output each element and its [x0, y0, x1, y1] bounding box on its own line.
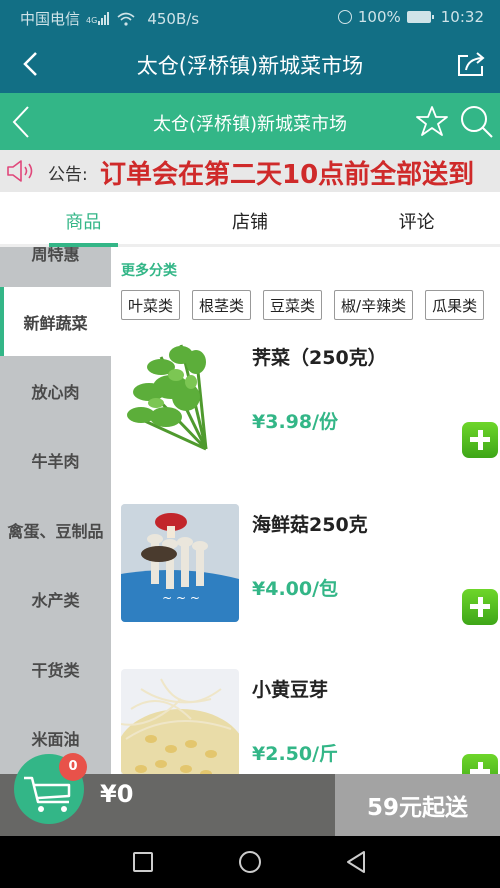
carrier-label: 中国电信	[20, 10, 81, 28]
product-image-mushroom[interactable]: ~ ~ ~	[121, 504, 239, 622]
product-image-bean-sprouts[interactable]	[121, 669, 239, 774]
clock: 10:32	[440, 8, 484, 26]
alarm-icon	[337, 10, 352, 24]
chip-leafy-greens[interactable]: 叶菜类	[121, 290, 181, 320]
chip-beans[interactable]: 豆菜类	[263, 290, 323, 320]
chip-peppers[interactable]: 椒/辛辣类	[334, 290, 414, 320]
battery-icon	[406, 11, 434, 23]
network-type-label: 4G	[86, 16, 98, 25]
signal-icon: 4G	[86, 12, 110, 25]
product-item[interactable]: 荠菜（250克） ¥3.98/份	[121, 337, 500, 458]
product-name[interactable]: 海鲜菇250克	[252, 510, 368, 537]
product-image-greens[interactable]	[121, 337, 239, 455]
sidebar-item-eggs-tofu[interactable]: 禽蛋、豆制品	[0, 495, 111, 564]
sidebar-item-dry-goods[interactable]: 干货类	[0, 634, 111, 703]
status-bar: 中国电信 4G 450B/s 100% 10:32	[0, 0, 500, 36]
search-icon[interactable]	[460, 105, 494, 139]
home-icon[interactable]	[237, 849, 263, 875]
product-price: ¥2.50/斤	[252, 743, 339, 765]
product-price: ¥3.98/份	[252, 411, 339, 433]
announcement-text: 订单会在第二天10点前全部送到	[100, 160, 475, 190]
product-name[interactable]: 小黄豆芽	[252, 675, 328, 702]
cart-total: ¥0	[100, 780, 134, 808]
sidebar-item-pork[interactable]: 放心肉	[0, 356, 111, 425]
add-to-cart-button[interactable]	[462, 589, 498, 625]
tab-bar: 商品 店铺 评论	[0, 192, 500, 247]
product-item[interactable]: 小黄豆芽 ¥2.50/斤	[121, 669, 500, 774]
favorite-star-icon[interactable]	[416, 105, 448, 137]
system-nav-bar	[0, 836, 500, 888]
sidebar-item-seafood[interactable]: 水产类	[0, 564, 111, 633]
sidebar-item-beef-lamb[interactable]: 牛羊肉	[0, 425, 111, 494]
share-icon[interactable]	[456, 50, 486, 78]
more-categories-title: 更多分类	[121, 263, 177, 279]
sidebar-item-weekly-deals[interactable]: 周特惠	[0, 247, 111, 287]
category-sidebar[interactable]: 周特惠 新鲜蔬菜 放心肉 牛羊肉 禽蛋、豆制品 水产类 干货类 米面油	[0, 247, 111, 774]
app-header: 太仓(浮桥镇)新城菜市场	[0, 36, 500, 93]
cart-count-badge: 0	[59, 753, 87, 781]
recent-apps-icon[interactable]	[130, 849, 156, 875]
product-price: ¥4.00/包	[252, 578, 339, 600]
add-to-cart-button[interactable]	[462, 422, 498, 458]
wifi-icon	[117, 12, 135, 26]
back-nav-icon[interactable]	[344, 849, 370, 875]
speaker-icon	[7, 160, 33, 182]
add-to-cart-button[interactable]	[462, 754, 498, 774]
shop-header: 太仓(浮桥镇)新城菜市场	[0, 93, 500, 150]
battery-percent: 100%	[357, 8, 401, 26]
network-speed: 450B/s	[147, 9, 200, 28]
product-name[interactable]: 荠菜（250克）	[252, 343, 387, 370]
product-item[interactable]: ~ ~ ~ 海鲜菇250克 ¥4.00/包	[121, 504, 500, 625]
chip-root-vegetables[interactable]: 根茎类	[192, 290, 252, 320]
announcement-label: 公告:	[48, 165, 88, 185]
tab-reviews[interactable]: 评论	[333, 192, 500, 244]
min-order-button[interactable]: 59元起送	[335, 774, 500, 836]
tab-products[interactable]: 商品	[0, 192, 167, 247]
svg-text:~ ~ ~: ~ ~ ~	[162, 591, 200, 605]
app-title: 太仓(浮桥镇)新城菜市场	[136, 54, 364, 78]
announcement-bar: 公告: 订单会在第二天10点前全部送到	[0, 150, 500, 192]
tab-store[interactable]: 店铺	[167, 192, 334, 244]
product-list[interactable]: 更多分类 叶菜类 根茎类 豆菜类 椒/辛辣类 瓜果类 荠菜（250克） ¥3.9…	[111, 247, 500, 774]
chip-melons-fruits[interactable]: 瓜果类	[425, 290, 485, 320]
sidebar-item-fresh-vegetables[interactable]: 新鲜蔬菜	[0, 287, 111, 356]
subcategory-chips: 叶菜类 根茎类 豆菜类 椒/辛辣类 瓜果类	[121, 290, 485, 320]
